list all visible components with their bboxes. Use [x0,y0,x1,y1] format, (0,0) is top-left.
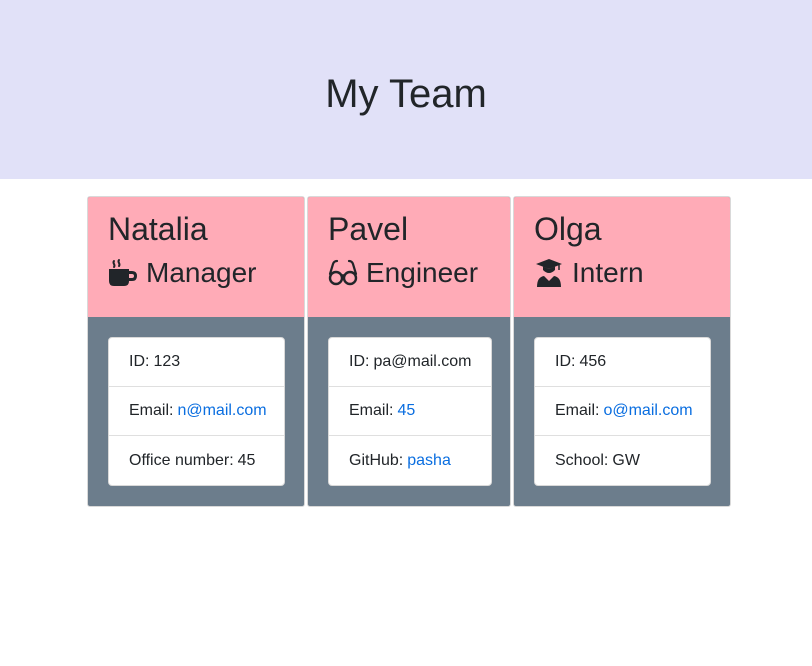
id-label: ID: [129,353,150,370]
id-value: 123 [153,353,181,370]
employee-card-engineer: Pavel Engineer ID: pa@mail.com Email: 45… [307,196,511,507]
employee-role-label: Engineer [366,257,479,288]
card-header: Pavel Engineer [308,197,510,317]
office-number-item: Office number: 45 [109,436,284,485]
employee-details: ID: 456 Email: o@mail.com School: GW [534,337,711,486]
employee-role-label: Intern [572,257,644,288]
employee-details: ID: 123 Email: n@mail.com Office number:… [108,337,285,486]
graduate-icon [534,258,564,288]
employee-role: Intern [534,257,710,289]
card-header: Natalia Manager [88,197,304,317]
employee-role: Engineer [328,257,490,289]
email-label: Email: [129,402,174,419]
employee-role: Manager [108,257,284,289]
office-number-label: Office number: [129,451,234,469]
card-body: ID: pa@mail.com Email: 45 GitHub: pasha [308,317,510,506]
github-label: GitHub: [349,451,404,469]
email-link[interactable]: 45 [397,402,415,420]
email-link[interactable]: n@mail.com [177,402,266,420]
card-body: ID: 456 Email: o@mail.com School: GW [514,317,730,506]
email-label: Email: [349,402,394,419]
employee-name: Natalia [108,211,208,247]
employee-card-manager: Natalia Manager ID: 123 Email: n@mail.co… [87,196,305,507]
employee-details: ID: pa@mail.com Email: 45 GitHub: pasha [328,337,492,486]
coffee-mug-icon [108,258,138,288]
email-link[interactable]: o@mail.com [603,402,692,420]
id-item: ID: 123 [109,338,284,387]
employee-card-intern: Olga Intern ID: 456 Email: o@mail.com Sc… [513,196,731,507]
github-item: GitHub: pasha [329,436,491,485]
github-link[interactable]: pasha [407,452,451,470]
school-item: School: GW [535,436,710,485]
team-cards: Natalia Manager ID: 123 Email: n@mail.co… [87,196,731,507]
id-label: ID: [349,353,370,370]
school-label: School: [555,451,609,469]
glasses-icon [328,258,358,288]
card-body: ID: 123 Email: n@mail.com Office number:… [88,317,304,506]
office-number-value: 45 [237,451,256,469]
page-header: My Team [0,0,812,179]
employee-role-label: Manager [146,257,257,288]
page-title: My Team [325,72,487,116]
card-header: Olga Intern [514,197,730,317]
email-item: Email: 45 [329,387,491,436]
id-value: 456 [579,353,607,370]
id-item: ID: 456 [535,338,710,387]
email-label: Email: [555,402,600,419]
employee-name: Olga [534,211,602,247]
email-item: Email: n@mail.com [109,387,284,436]
id-label: ID: [555,353,576,370]
school-value: GW [612,451,640,469]
email-item: Email: o@mail.com [535,387,710,436]
employee-name: Pavel [328,211,409,247]
id-item: ID: pa@mail.com [329,338,491,387]
id-value: pa@mail.com [373,353,472,370]
